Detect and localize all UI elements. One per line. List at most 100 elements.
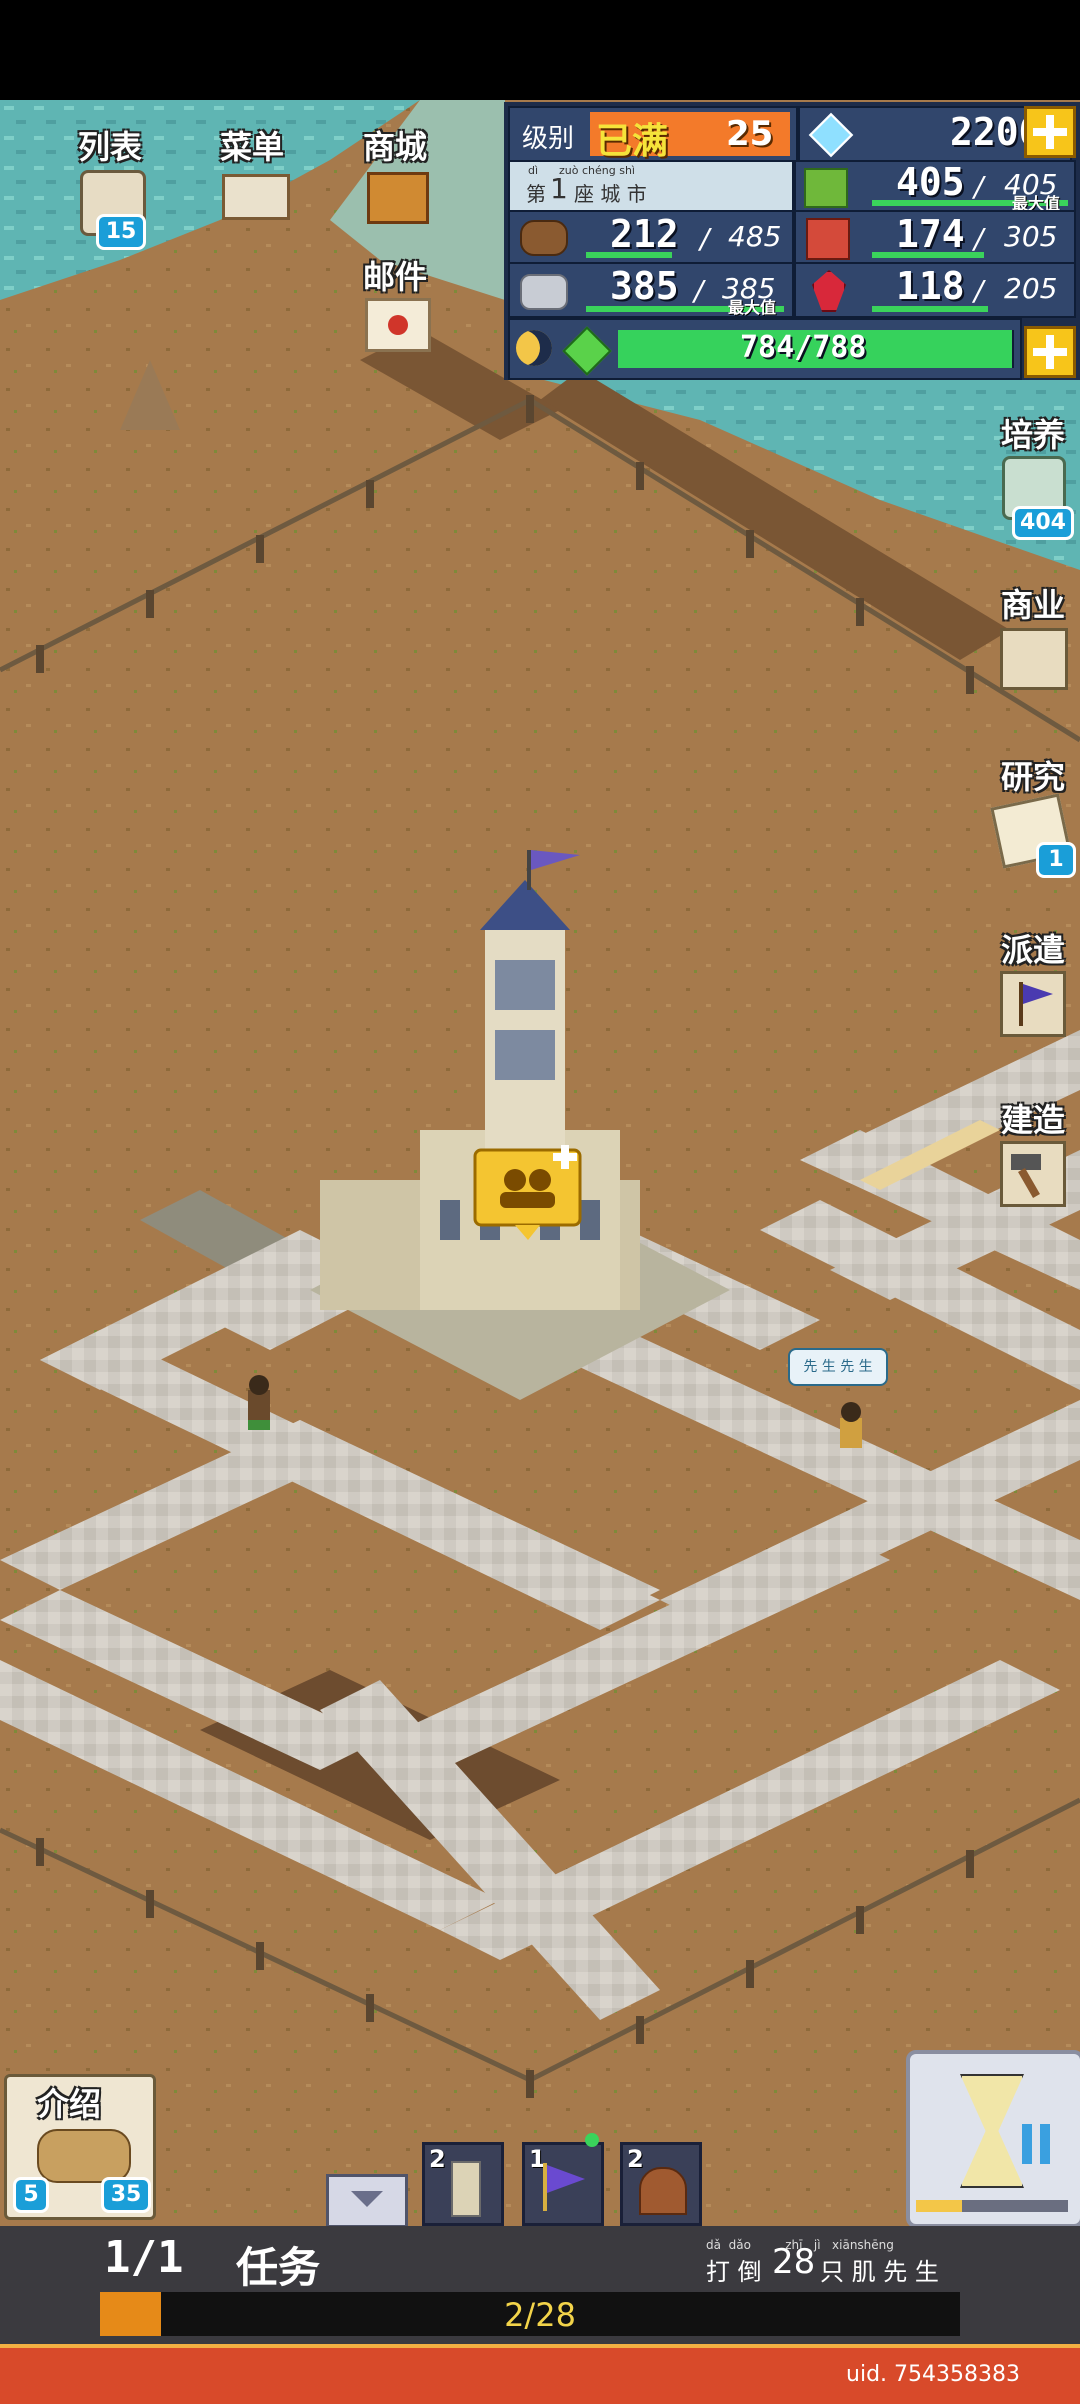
tower-icon — [451, 2161, 481, 2217]
level-rank: 已满 — [596, 121, 669, 162]
ruby-box: 118 / 205 — [794, 262, 1076, 318]
train-badge: 404 — [1012, 506, 1074, 540]
uid-bar: uid. 754358383 — [0, 2344, 1080, 2404]
energy-text: 784/788 — [740, 330, 867, 365]
intro-badge-right: 35 — [101, 2177, 151, 2213]
ruby-bar — [872, 306, 988, 312]
intro-label: 介绍 — [37, 2085, 102, 2123]
ruby-current: 118 — [896, 264, 965, 308]
list-label: 列表 — [77, 128, 142, 166]
ruby-icon — [812, 270, 846, 312]
people-plus-icon[interactable] — [473, 1145, 582, 1240]
mail-label: 邮件 — [362, 258, 427, 296]
chevron-down-icon — [351, 2191, 383, 2207]
food-slash: / — [974, 170, 984, 203]
buy-gems-button[interactable] — [1024, 106, 1076, 158]
research-badge: 1 — [1036, 842, 1076, 878]
goods-slash: / — [974, 222, 984, 255]
list-button[interactable]: 列表 15 — [70, 122, 150, 252]
npc-name-bubble: 先 生 先 生 — [788, 1348, 888, 1386]
wheat-icon — [804, 168, 848, 208]
wood-box: 212 / 485 — [508, 210, 794, 264]
city-name: 座 城 市 — [574, 182, 647, 206]
ruby-max: 205 — [1004, 272, 1058, 305]
goods-max: 305 — [1004, 220, 1058, 253]
pause-icon — [1022, 2124, 1032, 2164]
build-button[interactable]: 建造 — [988, 1095, 1078, 1207]
food-box: 405 / 405 最大值 — [794, 160, 1076, 213]
ruby-slash: / — [974, 274, 984, 307]
envelope-icon — [365, 298, 431, 352]
goods-box: 174 / 305 — [794, 210, 1076, 264]
hammer-icon — [1000, 1141, 1066, 1207]
log-icon — [520, 220, 568, 256]
research-button[interactable]: 研究 1 — [988, 752, 1078, 882]
stone-max-tag: 最大值 — [728, 298, 777, 317]
time-speed-button[interactable] — [906, 2050, 1080, 2228]
energy-row: 784/788 — [508, 318, 1022, 380]
quest-progress-fill — [100, 2292, 162, 2336]
stone-slash: / — [694, 274, 704, 307]
intro-badge-left: 5 — [13, 2177, 49, 2213]
tray-slot-cave[interactable]: 2 — [620, 2142, 702, 2226]
quest-count: 1/1 — [104, 2232, 184, 2283]
tray-slot-flag[interactable]: 1 — [522, 2133, 604, 2226]
diamond-icon — [808, 112, 854, 158]
slot1-count: 2 — [429, 2145, 446, 2173]
city-box: dì zuò chéng shì 第 1 座 城 市 — [508, 160, 794, 212]
purple-flag-icon — [543, 2163, 547, 2211]
new-dot-icon — [585, 2133, 599, 2147]
quest-title-number: 28 — [772, 2242, 816, 2282]
stone-current: 385 — [610, 264, 679, 308]
city-map[interactable] — [0, 100, 1080, 2226]
flag-icon — [1000, 971, 1066, 1037]
wood-max: 485 — [728, 220, 782, 253]
treasure-chest-icon — [367, 172, 429, 224]
quest-panel[interactable]: 1/1 任务 dǎ dǎo zhī jì xiānshēng 打 倒 28 只 … — [0, 2226, 1080, 2344]
food-current: 405 — [896, 160, 965, 204]
build-label: 建造 — [1000, 1101, 1065, 1139]
research-label: 研究 — [1000, 758, 1065, 796]
time-progress-bar — [916, 2200, 1068, 2212]
quest-progress-text: 2/28 — [504, 2296, 576, 2334]
stone-icon — [520, 274, 568, 310]
business-label: 商业 — [1000, 586, 1065, 624]
intro-button[interactable]: 介绍 5 35 — [4, 2074, 156, 2220]
goods-bar — [872, 252, 984, 258]
level-box: 级别 已满 25 — [508, 106, 798, 162]
villager-character-right[interactable] — [840, 1402, 862, 1448]
wood-bar — [586, 252, 672, 258]
mail-button[interactable]: 邮件 — [355, 252, 435, 362]
airship-icon — [37, 2129, 131, 2183]
dispatch-button[interactable]: 派遣 — [988, 925, 1078, 1037]
tray-slot-tower[interactable]: 2 — [422, 2142, 504, 2226]
level-value: 25 — [726, 114, 774, 154]
dispatch-label: 派遣 — [1000, 931, 1065, 969]
train-button[interactable]: 培养 404 — [988, 410, 1078, 540]
shop-button[interactable]: 商城 — [355, 122, 435, 242]
menu-label: 菜单 — [219, 128, 284, 166]
villager-character-left[interactable] — [248, 1375, 270, 1430]
collapse-tray-button[interactable] — [326, 2174, 408, 2228]
energy-gem-icon — [562, 326, 612, 376]
moon-icon — [516, 330, 552, 366]
flag-cloth — [547, 2165, 585, 2193]
shop-label: 商城 — [362, 128, 427, 166]
vegetables-icon — [806, 218, 850, 260]
refill-energy-button[interactable] — [1024, 326, 1076, 378]
signboard-icon — [222, 174, 290, 220]
stone-box: 385 / 385 最大值 — [508, 262, 794, 318]
cave-icon — [639, 2167, 687, 2215]
quest-label: 任务 — [236, 2243, 321, 2292]
wood-slash: / — [700, 222, 710, 255]
city-ordinal: 1 — [550, 172, 568, 205]
hourglass-icon — [960, 2074, 1024, 2188]
menu-button[interactable]: 菜单 — [212, 122, 292, 242]
goods-current: 174 — [896, 212, 965, 256]
business-button[interactable]: 商业 — [988, 580, 1078, 690]
city-pinyin: dì zuò chéng shì — [528, 164, 635, 177]
slot3-count: 2 — [627, 2145, 644, 2173]
level-label: 级别 — [522, 124, 575, 154]
city-ordinal-prefix: 第 — [526, 182, 546, 206]
quest-title-suffix: 只 肌 先 生 — [820, 2258, 939, 2286]
